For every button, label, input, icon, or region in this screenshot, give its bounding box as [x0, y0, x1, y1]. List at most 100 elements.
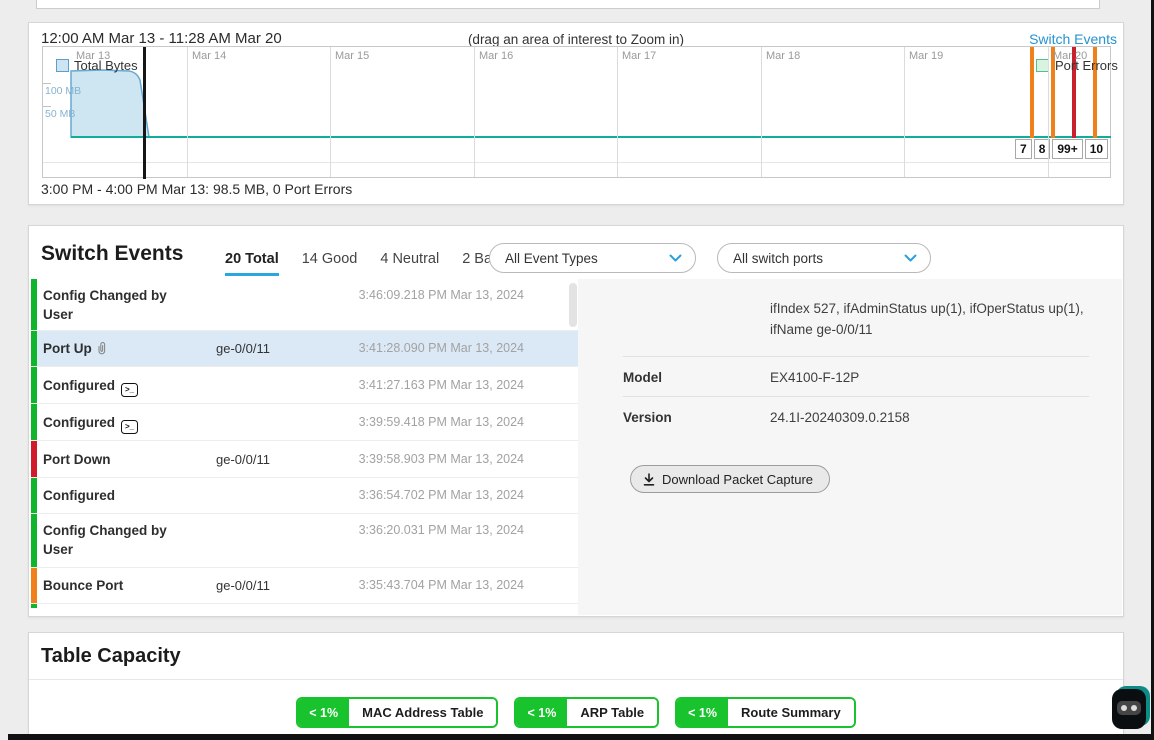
- time-marker-line: [143, 47, 146, 179]
- capacity-badge-row: < 1%MAC Address Table< 1%ARP Table< 1%Ro…: [29, 697, 1123, 728]
- event-timestamp: 3:39:58.903 PM Mar 13, 2024: [359, 452, 524, 466]
- capacity-badge[interactable]: < 1%ARP Table: [514, 697, 659, 728]
- event-row[interactable]: Config Changed by User 3:36:20.031 PM Mar…: [31, 514, 578, 568]
- x-axis-label: Mar 20: [1053, 50, 1087, 62]
- previous-card-fragment: [36, 0, 1100, 9]
- divider: [623, 396, 1089, 397]
- capacity-label: Route Summary: [728, 699, 854, 726]
- robot-eyes: [1117, 701, 1141, 715]
- table-capacity-card: Table Capacity < 1%MAC Address Table< 1%…: [28, 632, 1124, 736]
- capacity-badge[interactable]: < 1%MAC Address Table: [296, 697, 498, 728]
- filter-neutral[interactable]: 4 Neutral: [380, 251, 439, 267]
- capacity-percentage: < 1%: [516, 699, 567, 726]
- event-name: Configured: [43, 487, 193, 506]
- severity-strip: [31, 404, 37, 440]
- y-axis-tick: [43, 106, 51, 107]
- event-list: Config Changed by User3:46:09.218 PM Mar…: [31, 279, 578, 608]
- port-error-badge-row: 7899+10: [1015, 139, 1108, 159]
- capacity-label: MAC Address Table: [349, 699, 496, 726]
- event-row[interactable]: Configured>_3:39:59.418 PM Mar 13, 2024: [31, 404, 578, 441]
- filter-total[interactable]: 20 Total: [225, 251, 279, 267]
- attachment-icon: [96, 341, 107, 355]
- event-row[interactable]: Configured>_ 3:41:27.163 PM Mar 13, 2024: [31, 367, 578, 404]
- list-scrollbar-thumb[interactable]: [569, 283, 577, 327]
- assistant-robot-button[interactable]: [1112, 686, 1150, 729]
- capacity-percentage: < 1%: [677, 699, 728, 726]
- severity-strip: [31, 514, 37, 567]
- event-row[interactable]: Config Changed by User3:46:09.218 PM Mar…: [31, 279, 578, 331]
- detail-field-label: Model: [623, 370, 662, 385]
- timeline-chart[interactable]: 7899+10 Total Bytes Port Errors Mar 13Ma…: [42, 46, 1111, 178]
- event-timestamp: 3:41:28.090 PM Mar 13, 2024: [359, 341, 524, 355]
- x-axis-label: Mar 18: [766, 50, 800, 62]
- detail-field-value: EX4100-F-12P: [770, 370, 859, 385]
- event-count-badge[interactable]: 7: [1015, 139, 1032, 159]
- chart-column-separator: [187, 47, 188, 177]
- event-name: Configured>_: [43, 377, 193, 397]
- event-name: Bounce Port: [43, 577, 193, 596]
- chevron-down-icon: [669, 254, 682, 263]
- chart-column-separator: [904, 47, 905, 177]
- severity-strip: [31, 478, 37, 513]
- capacity-badge[interactable]: < 1%Route Summary: [675, 697, 856, 728]
- event-name: Port Down: [43, 451, 193, 470]
- switch-events-card: Switch Events 20 Total14 Good4 Neutral2 …: [28, 225, 1124, 617]
- x-axis-label: Mar 15: [335, 50, 369, 62]
- event-count-badge[interactable]: 10: [1085, 139, 1108, 159]
- download-packet-capture-label: Download Packet Capture: [662, 472, 813, 487]
- page: 12:00 AM Mar 13 - 11:28 AM Mar 20 (drag …: [0, 0, 1154, 740]
- divider: [29, 679, 1123, 680]
- section-title-switch-events: Switch Events: [41, 242, 183, 266]
- chart-column-separator: [617, 47, 618, 177]
- event-row-partial: [31, 604, 578, 608]
- event-timestamp: 3:41:27.163 PM Mar 13, 2024: [359, 378, 524, 392]
- chart-column-separator: [761, 47, 762, 177]
- detail-field-label: Version: [623, 410, 672, 425]
- total-bytes-legend-icon: [56, 59, 69, 72]
- severity-strip: [31, 604, 37, 608]
- x-axis-label: Mar 17: [622, 50, 656, 62]
- event-timestamp: 3:39:59.418 PM Mar 13, 2024: [359, 415, 524, 429]
- event-row[interactable]: Bounce Portge-0/0/113:35:43.704 PM Mar 1…: [31, 568, 578, 604]
- capacity-label: ARP Table: [567, 699, 657, 726]
- event-row[interactable]: Port Downge-0/0/113:39:58.903 PM Mar 13,…: [31, 441, 578, 478]
- event-description: ifIndex 527, ifAdminStatus up(1), ifOper…: [770, 299, 1100, 341]
- switch-port-dropdown-value: All switch ports: [733, 251, 823, 266]
- event-name: Port Up: [43, 340, 193, 359]
- event-name: Config Changed by User: [43, 287, 193, 325]
- window-frame-bottom: [8, 734, 1154, 740]
- capacity-percentage: < 1%: [298, 699, 349, 726]
- severity-strip: [31, 331, 37, 366]
- timeline-card: 12:00 AM Mar 13 - 11:28 AM Mar 20 (drag …: [28, 22, 1124, 205]
- event-count-badge[interactable]: 99+: [1052, 139, 1082, 159]
- switch-events-link[interactable]: Switch Events: [1029, 31, 1117, 47]
- event-detail-panel: ifIndex 527, ifAdminStatus up(1), ifOper…: [578, 279, 1122, 615]
- port-errors-baseline: [71, 136, 1111, 138]
- event-row[interactable]: Port Upge-0/0/113:41:28.090 PM Mar 13, 2…: [31, 331, 578, 367]
- detail-field-value: 24.1I-20240309.0.2158: [770, 410, 910, 425]
- y-axis-label: 50 MB: [45, 108, 75, 120]
- event-timestamp: 3:36:54.702 PM Mar 13, 2024: [359, 488, 524, 502]
- switch-port-dropdown[interactable]: All switch ports: [717, 243, 931, 273]
- filter-good[interactable]: 14 Good: [302, 251, 358, 267]
- terminal-icon: >_: [121, 420, 138, 434]
- event-name: Config Changed by User: [43, 522, 193, 560]
- chevron-down-icon: [904, 254, 917, 263]
- severity-strip: [31, 367, 37, 403]
- download-packet-capture-button[interactable]: Download Packet Capture: [630, 465, 830, 493]
- event-type-dropdown-value: All Event Types: [505, 251, 598, 266]
- x-axis-label: Mar 16: [479, 50, 513, 62]
- section-title-table-capacity: Table Capacity: [41, 645, 181, 668]
- chart-column-separator: [474, 47, 475, 177]
- severity-strip: [31, 279, 37, 330]
- y-axis-label: 100 MB: [45, 85, 81, 97]
- event-timestamp: 3:36:20.031 PM Mar 13, 2024: [359, 523, 524, 537]
- port-error-marker[interactable]: [1030, 47, 1034, 138]
- severity-strip: [31, 441, 37, 477]
- total-bytes-area: [43, 47, 1112, 179]
- chart-column-separator: [1048, 47, 1049, 177]
- event-type-dropdown[interactable]: All Event Types: [489, 243, 696, 273]
- event-timestamp: 3:35:43.704 PM Mar 13, 2024: [359, 578, 524, 592]
- event-row[interactable]: Configured 3:36:54.702 PM Mar 13, 2024: [31, 478, 578, 514]
- selection-caption: 3:00 PM - 4:00 PM Mar 13: 98.5 MB, 0 Por…: [41, 181, 352, 197]
